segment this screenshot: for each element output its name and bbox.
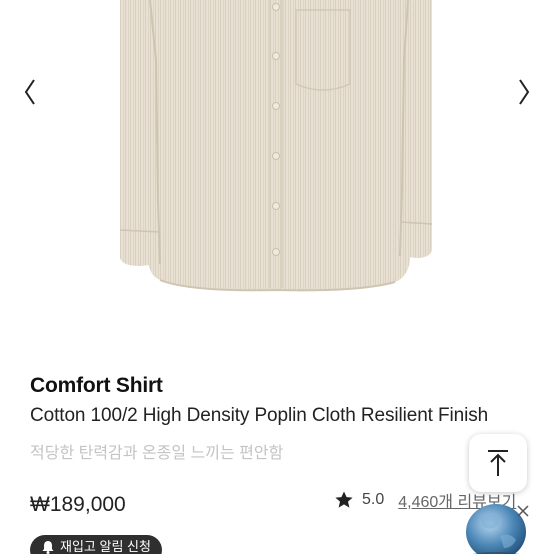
rating-score: 5.0 bbox=[362, 491, 385, 508]
globe-icon bbox=[466, 504, 529, 554]
restock-alert-label: 재입고 알림 신청 bbox=[60, 539, 151, 554]
product-subtitle: 적당한 탄력감과 온종일 느끼는 편안함 bbox=[30, 445, 284, 462]
product-description: Cotton 100/2 High Density Poplin Cloth R… bbox=[30, 405, 489, 426]
shirt-image bbox=[119, 0, 433, 292]
scroll-to-top-button[interactable] bbox=[469, 434, 527, 492]
floating-globe-widget[interactable] bbox=[458, 498, 532, 554]
star-icon bbox=[335, 491, 353, 508]
product-price: ₩189,000 bbox=[30, 493, 126, 516]
chevron-right-icon bbox=[519, 79, 530, 105]
product-name: Comfort Shirt bbox=[30, 374, 163, 397]
bell-icon bbox=[42, 541, 54, 554]
next-image-button[interactable] bbox=[512, 72, 536, 112]
chevron-left-icon bbox=[24, 79, 35, 105]
arrow-up-icon bbox=[488, 450, 508, 476]
product-image-gallery bbox=[0, 0, 554, 350]
previous-image-button[interactable] bbox=[18, 72, 42, 112]
restock-alert-button[interactable]: 재입고 알림 신청 bbox=[30, 535, 162, 554]
